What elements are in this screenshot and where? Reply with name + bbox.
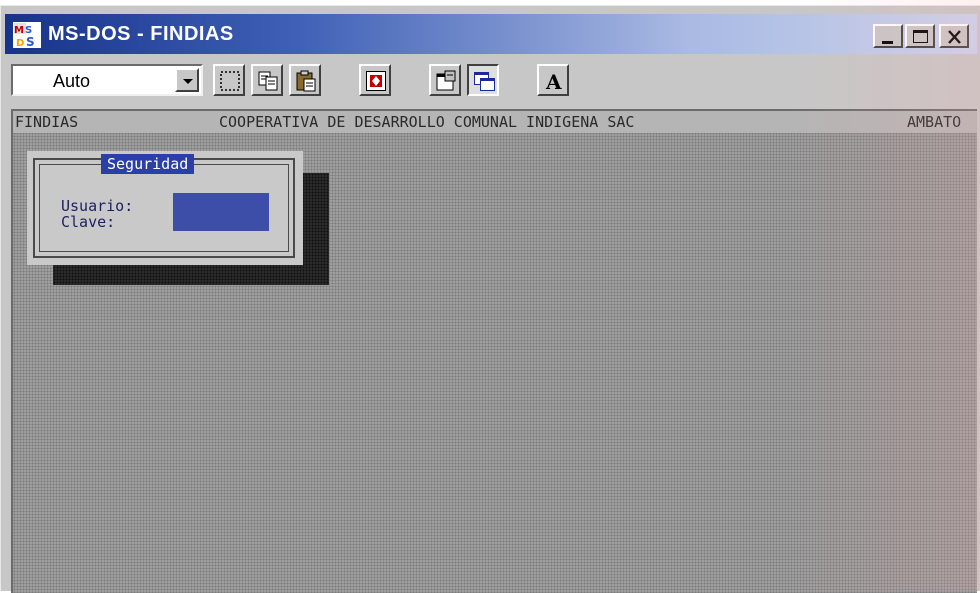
close-button[interactable]: [939, 24, 969, 48]
company-name: COOPERATIVA DE DESARROLLO COMUNAL INDIGE…: [219, 113, 635, 131]
window-title: MS-DOS - FINDIAS: [48, 23, 234, 45]
minimize-icon: [882, 41, 893, 44]
properties-button[interactable]: [429, 64, 461, 96]
svg-text:A: A: [545, 70, 562, 93]
copy-button[interactable]: [251, 64, 283, 96]
chevron-down-icon: [183, 79, 193, 84]
password-label: Clave:: [61, 213, 116, 231]
maximize-button[interactable]: [905, 24, 935, 48]
dialog-title: Seguridad: [101, 154, 195, 174]
font-icon: A: [545, 70, 562, 93]
dropdown-button[interactable]: [175, 68, 199, 92]
user-input[interactable]: [173, 193, 269, 231]
ms-dos-window: M S D S MS-DOS - FINDIAS Auto A FINDIAS …: [0, 5, 980, 593]
svg-text:S: S: [26, 35, 35, 48]
title-bar[interactable]: M S D S MS-DOS - FINDIAS: [5, 14, 977, 54]
font-size-combo[interactable]: Auto: [11, 64, 203, 96]
mark-icon: [220, 71, 240, 91]
svg-text:D: D: [16, 38, 24, 48]
background-icon: [474, 72, 495, 91]
svg-text:M: M: [14, 25, 24, 36]
full-screen-icon: [366, 71, 386, 91]
security-dialog: Seguridad Usuario: Clave:: [27, 151, 303, 265]
paste-button[interactable]: [289, 64, 321, 96]
app-name: FINDIAS: [15, 113, 79, 131]
close-icon: [948, 30, 961, 44]
dos-screen[interactable]: FINDIAS COOPERATIVA DE DESARROLLO COMUNA…: [11, 109, 977, 593]
ms-dos-icon: M S D S: [13, 22, 41, 48]
status-line: FINDIAS COOPERATIVA DE DESARROLLO COMUNA…: [13, 111, 977, 133]
full-screen-button[interactable]: [359, 64, 391, 96]
city-name: AMBATO: [907, 113, 962, 131]
paste-icon: [296, 70, 316, 92]
properties-icon: [436, 70, 456, 91]
minimize-button[interactable]: [873, 24, 903, 48]
maximize-icon: [913, 30, 928, 43]
copy-icon: [258, 71, 278, 91]
font-size-value: Auto: [53, 71, 91, 91]
toolbar: Auto A: [5, 58, 977, 104]
mark-button[interactable]: [213, 64, 245, 96]
font-button[interactable]: A: [537, 64, 569, 96]
background-button[interactable]: [467, 64, 499, 96]
